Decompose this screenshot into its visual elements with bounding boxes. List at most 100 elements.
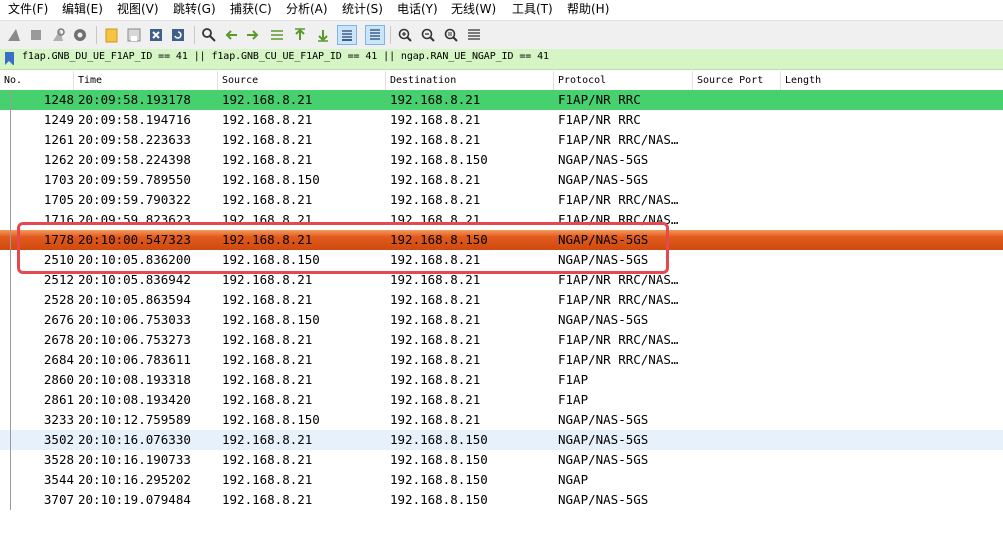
menu-help[interactable]: 帮助(H): [567, 1, 609, 17]
zoom-out-icon[interactable]: [418, 25, 438, 45]
packet-protocol: NGAP/NAS-5GS: [558, 412, 649, 427]
packet-time: 20:10:16.295202: [78, 472, 191, 487]
menu-tools[interactable]: 工具(T): [512, 1, 553, 17]
packet-row[interactable]: 1249 20:09:58.194716 192.168.8.21 192.168.8…: [0, 110, 1003, 130]
packet-protocol: NGAP/NAS-5GS: [558, 312, 649, 327]
packet-time: 20:09:58.223633: [78, 132, 191, 147]
packet-row[interactable]: 1261 20:09:58.223633 192.168.8.21 192.168.8…: [0, 130, 1003, 150]
packet-no: 3544: [43, 472, 74, 487]
packet-no: 1703: [43, 172, 74, 187]
packet-row[interactable]: 2678 20:10:06.753273 192.168.8.21 192.168.8…: [0, 330, 1003, 350]
packet-source: 192.168.8.21: [222, 92, 313, 107]
menu-statistics[interactable]: 统计(S): [342, 1, 383, 17]
packet-row[interactable]: 3502 20:10:16.076330 192.168.8.21 192.168.8…: [0, 430, 1003, 450]
packet-protocol: F1AP/NR RRC: [558, 112, 641, 127]
packet-list-header: No. Time Source Destination Protocol Sou…: [0, 71, 1003, 92]
packet-row[interactable]: 1262 20:09:58.224398 192.168.8.21 192.168.8…: [0, 150, 1003, 170]
packet-row[interactable]: 2528 20:10:05.863594 192.168.8.21 192.168.8…: [0, 290, 1003, 310]
menu-capture[interactable]: 捕获(C): [230, 1, 272, 17]
packet-protocol: F1AP/NR RRC/NAS…: [558, 192, 679, 207]
display-filter-bar[interactable]: f1ap.GNB_DU_UE_F1AP_ID == 41 || f1ap.GNB…: [0, 49, 1003, 70]
go-forward-arrow-icon[interactable]: [243, 25, 263, 45]
column-header-length[interactable]: Length: [781, 71, 1003, 91]
packet-row[interactable]: 3707 20:10:19.079484 192.168.8.21 192.168.8…: [0, 490, 1003, 510]
reload-file-icon[interactable]: [168, 25, 188, 45]
packet-time: 20:10:06.783611: [78, 352, 191, 367]
go-last-packet-icon[interactable]: [313, 25, 333, 45]
resize-columns-icon[interactable]: [464, 25, 484, 45]
column-header-protocol[interactable]: Protocol: [554, 71, 693, 91]
close-file-icon[interactable]: [146, 25, 166, 45]
column-header-time[interactable]: Time: [74, 71, 218, 91]
packet-destination: 192.168.8.21: [390, 112, 481, 127]
save-file-icon[interactable]: [124, 25, 144, 45]
menu-file[interactable]: 文件(F): [8, 1, 48, 17]
menu-bar: 文件(F) 编辑(E) 视图(V) 跳转(G) 捕获(C) 分析(A) 统计(S…: [0, 0, 1003, 19]
packet-row[interactable]: 1703 20:09:59.789550 192.168.8.150 192.168.…: [0, 170, 1003, 190]
column-header-no[interactable]: No.: [0, 71, 74, 91]
related-packets-tree-line: [10, 90, 11, 510]
packet-protocol: F1AP/NR RRC/NAS…: [558, 292, 679, 307]
packet-time: 20:10:16.076330: [78, 432, 191, 447]
menu-telephony[interactable]: 电话(Y): [397, 1, 438, 17]
packet-source: 192.168.8.21: [222, 392, 313, 407]
packet-protocol: F1AP: [558, 372, 589, 387]
packet-time: 20:10:16.190733: [78, 452, 191, 467]
packet-no: 1705: [43, 192, 74, 207]
packet-row[interactable]: 1248 20:09:58.193178 192.168.8.21 192.168.8…: [0, 90, 1003, 110]
menu-analyze[interactable]: 分析(A): [286, 1, 328, 17]
packet-no: 1262: [43, 152, 74, 167]
packet-no: 1261: [43, 132, 74, 147]
menu-edit[interactable]: 编辑(E): [62, 1, 103, 17]
go-back-arrow-icon[interactable]: [221, 25, 241, 45]
packet-source: 192.168.8.21: [222, 192, 313, 207]
zoom-in-icon[interactable]: [395, 25, 415, 45]
packet-no: 3528: [43, 452, 74, 467]
packet-destination: 192.168.8.150: [390, 152, 488, 167]
column-header-source-port[interactable]: Source Port: [693, 71, 781, 91]
stop-square-icon[interactable]: [26, 25, 46, 45]
packet-destination: 192.168.8.21: [390, 132, 481, 147]
packet-destination: 192.168.8.21: [390, 292, 481, 307]
packet-row[interactable]: 1705 20:09:59.790322 192.168.8.21 192.168.8…: [0, 190, 1003, 210]
packet-destination: 192.168.8.21: [390, 192, 481, 207]
packet-row[interactable]: 3528 20:10:16.190733 192.168.8.21 192.168.8…: [0, 450, 1003, 470]
column-header-source[interactable]: Source: [218, 71, 386, 91]
packet-source: 192.168.8.21: [222, 112, 313, 127]
packet-source: 192.168.8.150: [222, 172, 320, 187]
open-folder-icon[interactable]: [102, 25, 122, 45]
packet-row[interactable]: 2676 20:10:06.753033 192.168.8.150 192.168.…: [0, 310, 1003, 330]
packet-source: 192.168.8.150: [222, 312, 320, 327]
packet-row[interactable]: 2684 20:10:06.783611 192.168.8.21 192.168.8…: [0, 350, 1003, 370]
column-header-destination[interactable]: Destination: [386, 71, 554, 91]
filter-bookmark-icon[interactable]: [5, 52, 14, 65]
packet-protocol: F1AP/NR RRC/NAS…: [558, 352, 679, 367]
menu-view[interactable]: 视图(V): [117, 1, 159, 17]
restart-fin-icon[interactable]: [48, 25, 68, 45]
packet-row[interactable]: 2860 20:10:08.193318 192.168.8.21 192.168.8…: [0, 370, 1003, 390]
go-first-packet-icon[interactable]: [290, 25, 310, 45]
menu-go[interactable]: 跳转(G): [173, 1, 216, 17]
search-icon[interactable]: [199, 25, 219, 45]
packet-source: 192.168.8.21: [222, 452, 313, 467]
packet-time: 20:09:58.193178: [78, 92, 191, 107]
packet-destination: 192.168.8.21: [390, 92, 481, 107]
packet-row[interactable]: 3544 20:10:16.295202 192.168.8.21 192.168.8…: [0, 470, 1003, 490]
packet-source: 192.168.8.21: [222, 132, 313, 147]
packet-row[interactable]: 3233 20:10:12.759589 192.168.8.150 192.168.…: [0, 410, 1003, 430]
zoom-normal-icon[interactable]: [441, 25, 461, 45]
packet-protocol: F1AP/NR RRC/NAS…: [558, 332, 679, 347]
packet-no: 2678: [43, 332, 74, 347]
packet-row[interactable]: 2861 20:10:08.193420 192.168.8.21 192.168.8…: [0, 390, 1003, 410]
main-toolbar: [0, 20, 1003, 50]
packet-time: 20:10:19.079484: [78, 492, 191, 507]
colorize-lines-icon[interactable]: [365, 25, 385, 45]
shark-fin-start-icon[interactable]: [4, 25, 24, 45]
autoscroll-icon[interactable]: [337, 25, 357, 45]
packet-no: 3233: [43, 412, 74, 427]
capture-options-gear-icon[interactable]: [70, 25, 90, 45]
display-filter-input[interactable]: f1ap.GNB_DU_UE_F1AP_ID == 41 || f1ap.GNB…: [22, 51, 549, 62]
menu-wireless[interactable]: 无线(W): [451, 1, 496, 17]
packet-destination: 192.168.8.21: [390, 392, 481, 407]
go-to-packet-icon[interactable]: [267, 25, 287, 45]
